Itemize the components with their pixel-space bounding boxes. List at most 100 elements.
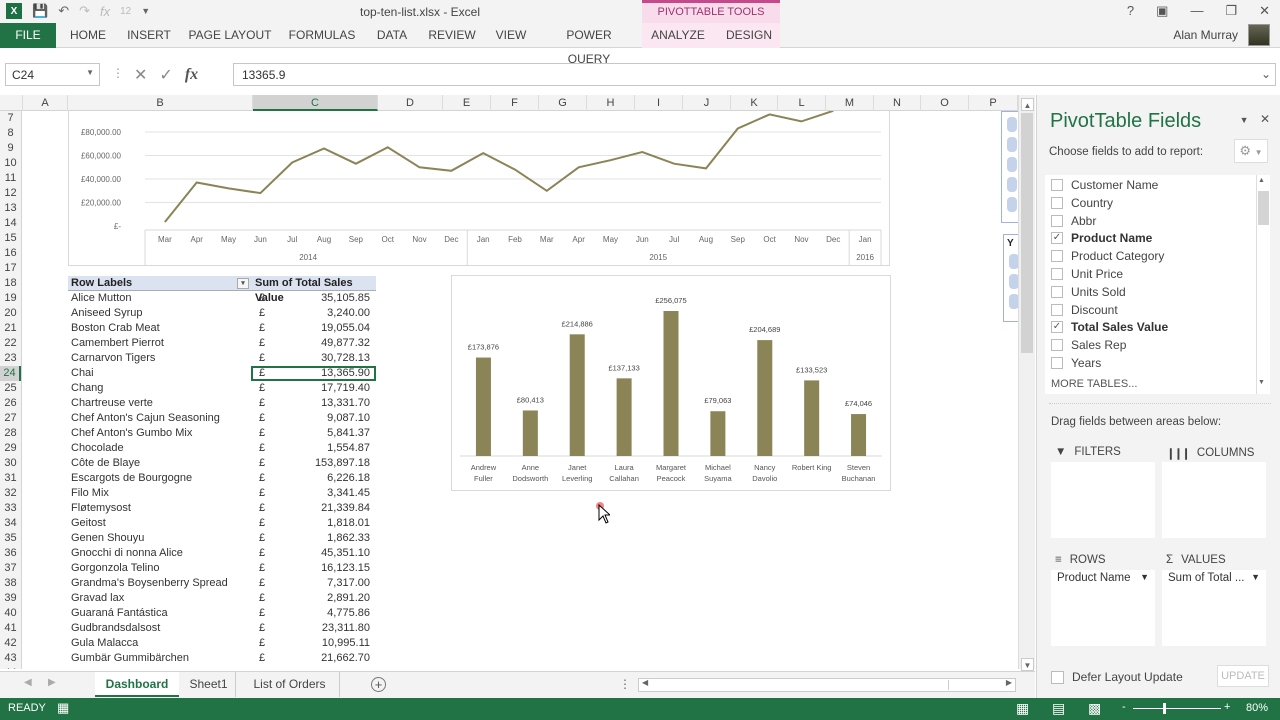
pane-close-icon[interactable]: ✕ bbox=[1260, 112, 1270, 126]
insert-function-button[interactable]: fx bbox=[185, 66, 198, 84]
row-label[interactable]: Filo Mix bbox=[68, 486, 251, 501]
pivot-row[interactable]: Fløtemysost £21,339.84 bbox=[68, 501, 376, 516]
scroll-down-icon[interactable]: ▼ bbox=[1258, 379, 1265, 386]
pivot-row[interactable]: Camembert Pierrot £49,877.32 bbox=[68, 336, 376, 351]
scrollbar-thumb[interactable] bbox=[1021, 113, 1033, 353]
row-label[interactable]: Escargots de Bourgogne bbox=[68, 471, 251, 486]
row-header[interactable]: 13 bbox=[0, 201, 21, 216]
row-header[interactable]: 43 bbox=[0, 651, 21, 666]
field-item[interactable]: Product Category bbox=[1051, 247, 1164, 265]
row-label[interactable]: Chef Anton's Cajun Seasoning bbox=[68, 411, 251, 426]
slicer-months[interactable] bbox=[1001, 111, 1018, 223]
row-labels-filter-button[interactable]: ▾ bbox=[237, 278, 249, 289]
row-label[interactable]: Gula Malacca bbox=[68, 636, 251, 651]
field-item[interactable]: Unit Price bbox=[1051, 265, 1123, 283]
row-label[interactable]: Gorgonzola Telino bbox=[68, 561, 251, 576]
values-drop-area[interactable]: Sum of Total ... ▼ bbox=[1162, 570, 1266, 646]
field-checkbox[interactable] bbox=[1051, 179, 1063, 191]
tab-analyze[interactable]: ANALYZE bbox=[648, 23, 708, 48]
filters-drop-area[interactable] bbox=[1051, 462, 1155, 538]
field-checkbox[interactable] bbox=[1051, 250, 1063, 263]
field-item[interactable]: Abbr bbox=[1051, 212, 1096, 230]
row-header[interactable]: 36 bbox=[0, 546, 21, 561]
row-header[interactable]: 42 bbox=[0, 636, 21, 651]
pivot-row[interactable]: Gumbär Gummibärchen £21,662.70 bbox=[68, 651, 376, 666]
value-cell[interactable]: £3,240.00 bbox=[251, 306, 376, 321]
scroll-up-icon[interactable]: ▲ bbox=[1258, 177, 1265, 184]
value-cell[interactable]: £7,317.00 bbox=[251, 576, 376, 591]
row-header[interactable]: 44 bbox=[0, 666, 21, 669]
enter-icon[interactable]: ✓ bbox=[159, 65, 172, 85]
prev-sheet-icon[interactable]: ◀ bbox=[24, 677, 32, 688]
row-labels-header[interactable]: Row Labels ▾ bbox=[68, 276, 251, 290]
minimize-icon[interactable]: — bbox=[1190, 3, 1203, 19]
pivot-row[interactable]: Chartreuse verte £13,331.70 bbox=[68, 396, 376, 411]
sheet-tab-dashboard[interactable]: Dashboard bbox=[95, 672, 179, 697]
column-header-selected[interactable]: C bbox=[253, 95, 378, 111]
slicer-item[interactable] bbox=[1009, 294, 1018, 309]
row-label[interactable]: Gravad lax bbox=[68, 591, 251, 606]
row-label[interactable]: Chocolade bbox=[68, 441, 251, 456]
tab-split-handle-icon[interactable]: ⋮ bbox=[619, 677, 631, 691]
zoom-slider-thumb[interactable] bbox=[1163, 703, 1166, 714]
pivot-row[interactable]: Filo Mix £3,341.45 bbox=[68, 486, 376, 501]
pivot-row[interactable]: Gravad lax £2,891.20 bbox=[68, 591, 376, 606]
row-label[interactable]: Chai bbox=[68, 366, 251, 381]
row-label[interactable]: Chartreuse verte bbox=[68, 396, 251, 411]
update-button[interactable]: UPDATE bbox=[1217, 665, 1269, 687]
column-header[interactable]: J bbox=[683, 95, 731, 111]
row-header[interactable]: 18 bbox=[0, 276, 21, 291]
values-header[interactable]: Sum of Total Sales Value bbox=[251, 276, 376, 304]
row-label[interactable]: Guaraná Fantástica bbox=[68, 606, 251, 621]
row-header[interactable]: 9 bbox=[0, 141, 21, 156]
slicer-item[interactable] bbox=[1007, 197, 1017, 212]
value-cell[interactable]: £17,719.40 bbox=[251, 381, 376, 396]
value-cell[interactable]: £30,728.13 bbox=[251, 351, 376, 366]
column-header[interactable]: B bbox=[68, 95, 253, 111]
value-cell[interactable]: £10,995.11 bbox=[251, 636, 376, 651]
scroll-down-icon[interactable]: ▼ bbox=[1021, 658, 1034, 671]
pivot-row[interactable]: Geitost £1,818.01 bbox=[68, 516, 376, 531]
row-header[interactable]: 15 bbox=[0, 231, 21, 246]
field-checkbox[interactable] bbox=[1051, 196, 1063, 209]
rows-field-chip[interactable]: Product Name ▼ bbox=[1051, 570, 1155, 586]
slicer-item[interactable] bbox=[1009, 274, 1018, 289]
select-all-button[interactable] bbox=[0, 95, 23, 111]
column-header[interactable]: H bbox=[587, 95, 635, 111]
value-cell[interactable]: £21,662.70 bbox=[251, 651, 376, 666]
row-header[interactable]: 22 bbox=[0, 336, 21, 351]
value-cell[interactable]: £45,351.10 bbox=[251, 546, 376, 561]
pivot-row[interactable]: Boston Crab Meat £19,055.04 bbox=[68, 321, 376, 336]
field-item[interactable]: Country bbox=[1051, 194, 1113, 212]
field-checkbox[interactable] bbox=[1051, 285, 1063, 298]
bar[interactable] bbox=[851, 414, 867, 456]
zoom-out-button[interactable]: - bbox=[1122, 701, 1126, 713]
name-box[interactable]: C24 ▼ bbox=[5, 63, 100, 86]
column-header[interactable]: K bbox=[731, 95, 778, 111]
column-header[interactable]: L bbox=[778, 95, 826, 111]
row-header[interactable]: 38 bbox=[0, 576, 21, 591]
tab-review[interactable]: REVIEW bbox=[426, 23, 478, 48]
scroll-left-icon[interactable]: ◀ bbox=[642, 678, 648, 687]
pivot-row[interactable]: Genen Shouyu £1,862.33 bbox=[68, 531, 376, 546]
scroll-up-icon[interactable]: ▲ bbox=[1021, 98, 1034, 111]
row-header[interactable]: 25 bbox=[0, 381, 21, 396]
slicer-item[interactable] bbox=[1007, 177, 1017, 192]
row-header[interactable]: 41 bbox=[0, 621, 21, 636]
field-checkbox[interactable]: ✓ bbox=[1051, 321, 1063, 334]
row-label[interactable]: Grandma's Boysenberry Spread bbox=[68, 576, 251, 591]
pivot-row[interactable]: Gorgonzola Telino £16,123.15 bbox=[68, 561, 376, 576]
row-header[interactable]: 21 bbox=[0, 321, 21, 336]
row-header[interactable]: 30 bbox=[0, 456, 21, 471]
tab-view[interactable]: VIEW bbox=[492, 23, 530, 48]
scroll-right-icon[interactable]: ▶ bbox=[1006, 678, 1012, 687]
columns-drop-area[interactable] bbox=[1162, 462, 1266, 538]
row-header[interactable]: 31 bbox=[0, 471, 21, 486]
pivot-row[interactable]: Carnarvon Tigers £30,728.13 bbox=[68, 351, 376, 366]
value-cell[interactable]: £13,331.70 bbox=[251, 396, 376, 411]
row-header[interactable]: 39 bbox=[0, 591, 21, 606]
sheet-tab-sheet1[interactable]: Sheet1 bbox=[182, 672, 236, 697]
ribbon-display-options-icon[interactable]: ▣ bbox=[1156, 3, 1168, 19]
slicer-item[interactable] bbox=[1007, 137, 1017, 152]
tab-data[interactable]: DATA bbox=[370, 23, 414, 48]
